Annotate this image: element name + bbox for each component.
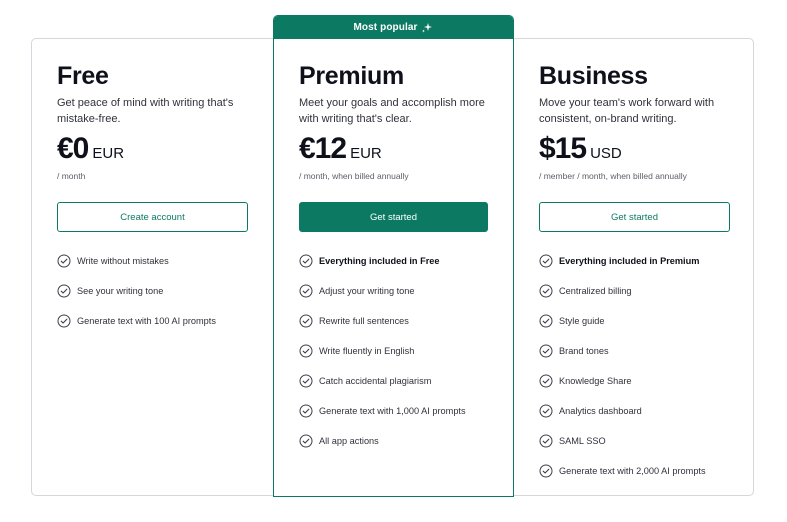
feature-label: Adjust your writing tone bbox=[319, 286, 415, 296]
feature-item: All app actions bbox=[299, 426, 499, 456]
price-row: $15 USD bbox=[539, 132, 730, 168]
feature-item: Analytics dashboard bbox=[539, 396, 739, 426]
check-circle-icon bbox=[57, 314, 71, 328]
feature-item: Knowledge Share bbox=[539, 366, 739, 396]
feature-label: Everything included in Free bbox=[319, 256, 440, 266]
check-circle-icon bbox=[57, 284, 71, 298]
feature-label: Analytics dashboard bbox=[559, 406, 642, 416]
price-row: €12 EUR bbox=[299, 132, 490, 168]
plan-premium: Premium Meet your goals and accomplish m… bbox=[299, 62, 490, 448]
plan-name: Free bbox=[57, 62, 109, 90]
plan-description: Move your team's work forward with consi… bbox=[539, 97, 715, 125]
price-note: / month, when billed annually bbox=[299, 171, 409, 181]
check-circle-icon bbox=[299, 314, 313, 328]
plan-free: Free Get peace of mind with writing that… bbox=[57, 62, 248, 328]
feature-label: SAML SSO bbox=[559, 436, 606, 446]
feature-item: Write without mistakes bbox=[57, 246, 257, 276]
most-popular-label: Most popular bbox=[353, 22, 418, 33]
check-circle-icon bbox=[57, 254, 71, 268]
check-circle-icon bbox=[539, 284, 553, 298]
feature-label: Style guide bbox=[559, 316, 605, 326]
price-currency: USD bbox=[590, 145, 622, 162]
feature-item: Catch accidental plagiarism bbox=[299, 366, 499, 396]
price-currency: EUR bbox=[350, 145, 382, 162]
feature-label: Generate text with 100 AI prompts bbox=[77, 316, 216, 326]
feature-label: See your writing tone bbox=[77, 286, 164, 296]
price-amount: €0 bbox=[57, 132, 89, 165]
feature-label: Generate text with 1,000 AI prompts bbox=[319, 406, 466, 416]
feature-label: All app actions bbox=[319, 436, 379, 446]
feature-label: Rewrite full sentences bbox=[319, 316, 409, 326]
pricing-page: Most popular Free Get peace of mind with… bbox=[0, 0, 787, 522]
feature-label: Knowledge Share bbox=[559, 376, 632, 386]
feature-label: Brand tones bbox=[559, 346, 609, 356]
plan-business: Business Move your team's work forward w… bbox=[539, 62, 730, 478]
feature-item: Generate text with 100 AI prompts bbox=[57, 306, 257, 336]
price-currency: EUR bbox=[92, 145, 125, 162]
plan-description: Meet your goals and accomplish more with… bbox=[299, 97, 485, 125]
check-circle-icon bbox=[539, 314, 553, 328]
feature-list: Write without mistakes See your writing t… bbox=[57, 246, 257, 336]
feature-item: Centralized billing bbox=[539, 276, 739, 306]
feature-label: Centralized billing bbox=[559, 286, 632, 296]
feature-label: Catch accidental plagiarism bbox=[319, 376, 432, 386]
feature-item: Adjust your writing tone bbox=[299, 276, 499, 306]
check-circle-icon bbox=[539, 344, 553, 358]
feature-label: Write fluently in English bbox=[319, 346, 415, 356]
feature-item: Generate text with 2,000 AI prompts bbox=[539, 456, 739, 486]
create-account-button[interactable]: Create account bbox=[57, 202, 248, 232]
check-circle-icon bbox=[299, 434, 313, 448]
price-note: / month bbox=[57, 171, 86, 181]
plan-name: Business bbox=[539, 62, 648, 90]
price-row: €0 EUR bbox=[57, 132, 248, 168]
feature-item: Everything included in Premium bbox=[539, 246, 739, 276]
plan-description: Get peace of mind with writing that's mi… bbox=[57, 97, 234, 125]
sparkle-icon bbox=[422, 22, 433, 32]
feature-list: Everything included in Premium Centralize… bbox=[539, 246, 739, 486]
feature-item: Generate text with 1,000 AI prompts bbox=[299, 396, 499, 426]
check-circle-icon bbox=[539, 464, 553, 478]
price-amount: €12 bbox=[299, 132, 347, 165]
most-popular-banner: Most popular bbox=[274, 16, 513, 39]
feature-item: Everything included in Free bbox=[299, 246, 499, 276]
feature-item: Rewrite full sentences bbox=[299, 306, 499, 336]
price-amount: $15 bbox=[539, 132, 587, 165]
check-circle-icon bbox=[539, 254, 553, 268]
check-circle-icon bbox=[539, 374, 553, 388]
price-note: / member / month, when billed annually bbox=[539, 171, 687, 181]
feature-item: Style guide bbox=[539, 306, 739, 336]
check-circle-icon bbox=[539, 434, 553, 448]
feature-item: Brand tones bbox=[539, 336, 739, 366]
feature-item: SAML SSO bbox=[539, 426, 739, 456]
check-circle-icon bbox=[299, 254, 313, 268]
check-circle-icon bbox=[539, 404, 553, 418]
check-circle-icon bbox=[299, 374, 313, 388]
get-started-premium-button[interactable]: Get started bbox=[299, 202, 488, 232]
get-started-business-button[interactable]: Get started bbox=[539, 202, 730, 232]
check-circle-icon bbox=[299, 404, 313, 418]
check-circle-icon bbox=[299, 344, 313, 358]
check-circle-icon bbox=[299, 284, 313, 298]
plan-name: Premium bbox=[299, 62, 404, 90]
feature-label: Write without mistakes bbox=[77, 256, 169, 266]
feature-label: Generate text with 2,000 AI prompts bbox=[559, 466, 706, 476]
feature-item: See your writing tone bbox=[57, 276, 257, 306]
feature-list: Everything included in Free Adjust your w… bbox=[299, 246, 499, 456]
feature-label: Everything included in Premium bbox=[559, 256, 700, 266]
feature-item: Write fluently in English bbox=[299, 336, 499, 366]
